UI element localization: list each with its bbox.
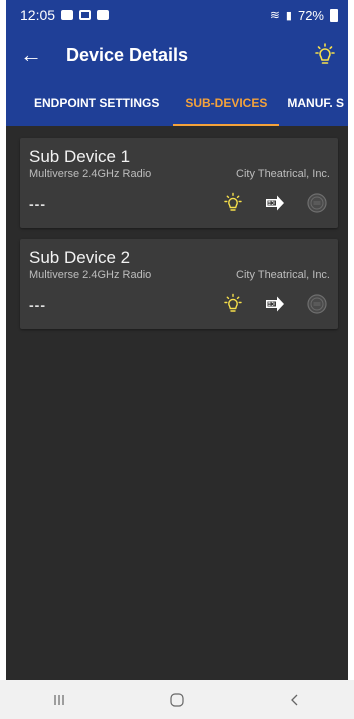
- arrow-left-icon[interactable]: ←: [20, 44, 50, 66]
- wifi-icon: ≋: [269, 8, 280, 22]
- identify-bulb-icon[interactable]: [222, 192, 244, 214]
- identify-bulb-icon[interactable]: [312, 42, 338, 68]
- gallery-icon: [97, 10, 110, 20]
- dmx-disabled-icon[interactable]: [306, 293, 328, 315]
- back-nav-icon[interactable]: [275, 693, 315, 707]
- recent-apps-icon[interactable]: [39, 693, 79, 707]
- tab-manufacturer[interactable]: MANUF. S: [279, 80, 348, 126]
- status-time: 12:05: [20, 7, 56, 23]
- signal-icon: ▮: [285, 9, 292, 22]
- page-title: Device Details: [66, 44, 189, 65]
- tab-endpoint-settings[interactable]: ENDPOINT SETTINGS: [6, 80, 173, 126]
- notification-icon: [61, 10, 74, 20]
- battery-icon: [330, 8, 338, 22]
- device-manufacturer: City Theatrical, Inc.: [236, 168, 330, 180]
- device-name: Sub Device 1: [29, 147, 131, 166]
- battery-percent: 72%: [297, 7, 324, 23]
- sub-device-list: Sub Device 1 Multiverse 2.4GHz Radio Cit…: [6, 126, 348, 329]
- device-status: ---: [29, 196, 46, 212]
- identify-bulb-icon[interactable]: [222, 293, 244, 315]
- device-model: Multiverse 2.4GHz Radio: [29, 168, 152, 180]
- tab-sub-devices[interactable]: SUB-DEVICES: [173, 80, 280, 126]
- dmx-disabled-icon[interactable]: [306, 192, 328, 214]
- sub-device-card[interactable]: Sub Device 2 Multiverse 2.4GHz Radio Cit…: [20, 239, 338, 329]
- app-screen: 12:05 ≋ ▮ 72% ← Device Details ENDPOINT …: [6, 0, 348, 719]
- mail-icon: [79, 10, 92, 20]
- tab-bar: ENDPOINT SETTINGS SUB-DEVICES MANUF. S: [6, 80, 348, 126]
- device-status: ---: [29, 297, 46, 313]
- rdm-arrow-icon[interactable]: [264, 192, 286, 214]
- app-bar: ← Device Details: [6, 30, 348, 80]
- system-nav-bar: [0, 680, 354, 719]
- rdm-arrow-icon[interactable]: [264, 293, 286, 315]
- device-model: Multiverse 2.4GHz Radio: [29, 269, 152, 281]
- home-icon[interactable]: [157, 692, 197, 708]
- device-name: Sub Device 2: [29, 248, 131, 267]
- device-manufacturer: City Theatrical, Inc.: [236, 269, 330, 281]
- sub-device-card[interactable]: Sub Device 1 Multiverse 2.4GHz Radio Cit…: [20, 138, 338, 228]
- status-bar: 12:05 ≋ ▮ 72%: [6, 0, 348, 30]
